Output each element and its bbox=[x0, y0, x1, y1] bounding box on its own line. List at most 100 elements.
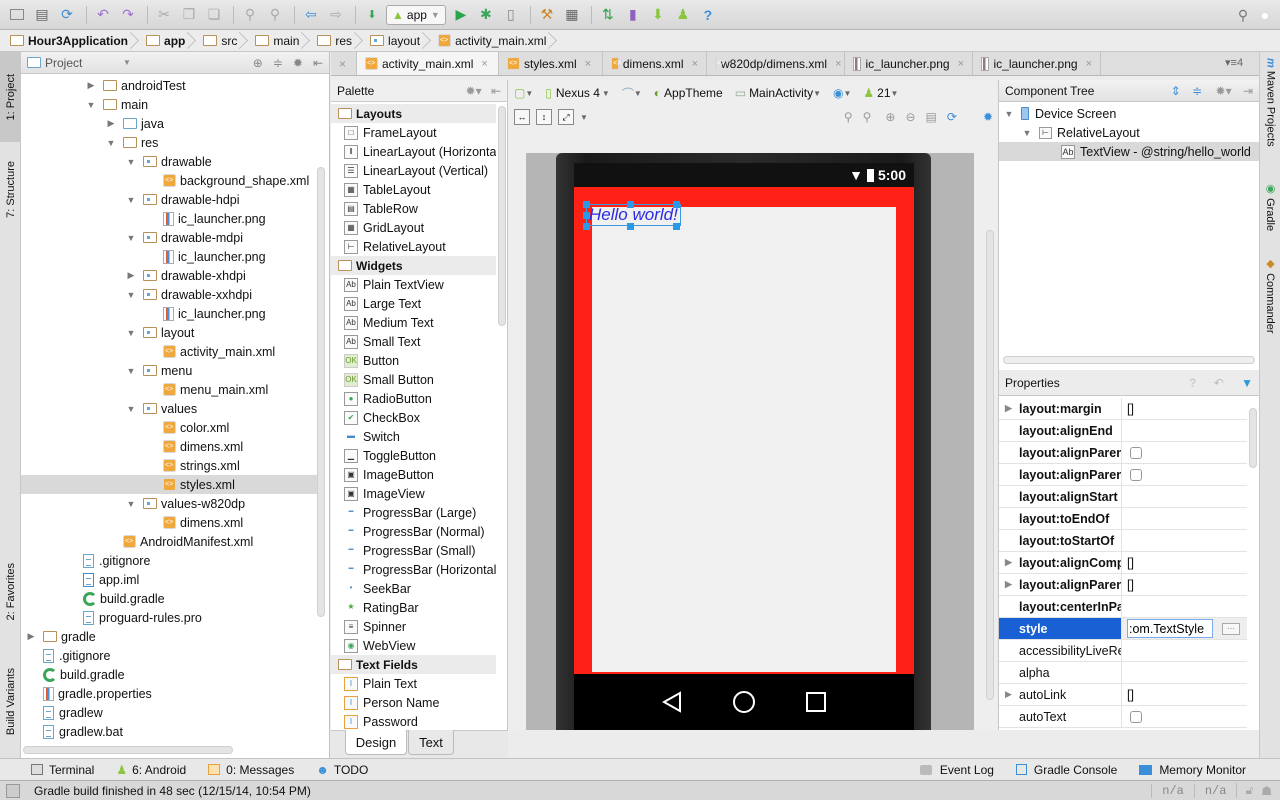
palette-item[interactable]: ━ ProgressBar (Normal) bbox=[331, 522, 496, 541]
tree-item[interactable]: ▼ res bbox=[21, 133, 317, 152]
reset-icon[interactable]: ↶ bbox=[1214, 376, 1224, 390]
attach-debugger-icon[interactable]: ▯ bbox=[500, 4, 522, 26]
tree-item[interactable]: menu_main.xml bbox=[21, 380, 317, 399]
palette-item[interactable]: ★ RatingBar bbox=[331, 598, 496, 617]
resize-handle[interactable] bbox=[673, 201, 680, 208]
tree-item[interactable]: dimens.xml bbox=[21, 437, 317, 456]
avd-manager-icon[interactable]: ▮ bbox=[622, 4, 644, 26]
property-row[interactable]: layout:alignEnd bbox=[999, 420, 1247, 442]
collapse-all-icon[interactable]: ≑ bbox=[1192, 84, 1202, 98]
sdk-manager-icon[interactable]: ▦ bbox=[561, 4, 583, 26]
undo-icon[interactable]: ↶ bbox=[92, 4, 114, 26]
tree-item[interactable]: ▼ layout bbox=[21, 323, 317, 342]
expand-arrow-icon[interactable]: ▶ bbox=[25, 631, 37, 642]
tree-item[interactable]: ▶ java bbox=[21, 114, 317, 133]
property-row[interactable]: accessibilityLiveRegion bbox=[999, 640, 1247, 662]
palette-item[interactable]: OK Small Button bbox=[331, 370, 496, 389]
tabs-overflow-menu[interactable]: ▾≡4 bbox=[1225, 56, 1243, 69]
locate-icon[interactable]: ⊕ bbox=[253, 56, 263, 70]
property-row[interactable]: ▶ layout:alignParent[] bbox=[999, 574, 1247, 596]
palette-scrollbar[interactable] bbox=[498, 106, 506, 326]
property-row[interactable]: ▶ autoLink[] bbox=[999, 684, 1247, 706]
tree-item[interactable]: gradlew.bat bbox=[21, 722, 317, 741]
help-icon[interactable]: ? bbox=[697, 4, 719, 26]
palette-item[interactable]: I Person Name bbox=[331, 693, 496, 712]
sync-icon[interactable]: ⟳ bbox=[56, 4, 78, 26]
tree-item[interactable]: ▶ androidTest bbox=[21, 76, 317, 95]
run-config-select[interactable]: ▲ app ▼ bbox=[386, 4, 446, 25]
hide-panel-icon[interactable]: ⇤ bbox=[313, 56, 323, 70]
tree-item[interactable]: ic_launcher.png bbox=[21, 247, 317, 266]
property-row[interactable]: layout:toEndOf bbox=[999, 508, 1247, 530]
palette-item[interactable]: ⊢ RelativeLayout bbox=[331, 237, 496, 256]
tree-item[interactable]: proguard-rules.pro bbox=[21, 608, 317, 627]
tool-windows-toggle-icon[interactable] bbox=[6, 783, 20, 798]
run-icon[interactable]: ▶ bbox=[450, 4, 472, 26]
horizontal-scrollbar[interactable] bbox=[23, 746, 233, 754]
collapse-arrow-icon[interactable]: ▼ bbox=[125, 233, 137, 243]
palette-item[interactable]: ▬ Switch bbox=[331, 427, 496, 446]
status-message[interactable]: Gradle build finished in 48 sec (12/15/1… bbox=[34, 784, 311, 798]
vertical-scrollbar[interactable] bbox=[317, 167, 325, 617]
property-checkbox[interactable] bbox=[1130, 446, 1142, 459]
palette-item[interactable]: Ab Large Text bbox=[331, 294, 496, 313]
tool-tab-favorites[interactable]: 2: Favorites bbox=[0, 547, 21, 637]
tool-window-messages[interactable]: 0: Messages bbox=[208, 763, 294, 777]
back-icon[interactable]: ⇦ bbox=[300, 4, 322, 26]
tool-tab-structure[interactable]: 7: Structure bbox=[0, 144, 21, 234]
paste-icon[interactable]: ❏ bbox=[203, 4, 225, 26]
tree-item[interactable]: build.gradle bbox=[21, 665, 317, 684]
gear-icon[interactable]: ✹ bbox=[983, 110, 993, 124]
property-value[interactable] bbox=[1122, 508, 1247, 529]
palette-section[interactable]: Layouts bbox=[331, 104, 496, 123]
tree-item[interactable]: ▼ drawable-mdpi bbox=[21, 228, 317, 247]
redo-icon[interactable]: ↷ bbox=[117, 4, 139, 26]
editor-tab[interactable]: ic_launcher.png × bbox=[973, 52, 1101, 75]
property-value[interactable]: ··· bbox=[1122, 618, 1247, 639]
zoom-out-icon[interactable]: ⊖ bbox=[905, 110, 915, 124]
palette-item[interactable]: Ab Plain TextView bbox=[331, 275, 496, 294]
collapse-arrow-icon[interactable]: ▼ bbox=[125, 328, 137, 338]
tree-item[interactable]: .gitignore bbox=[21, 551, 317, 570]
tree-item-textview[interactable]: Ab TextView - @string/hello_world bbox=[999, 142, 1260, 161]
api-level-select[interactable]: ♟ 21 ▼ bbox=[863, 86, 898, 100]
device-config-select[interactable]: ▢ ▼ bbox=[514, 86, 533, 100]
tree-item[interactable]: build.gradle bbox=[21, 589, 317, 608]
browse-button[interactable]: ··· bbox=[1222, 622, 1240, 635]
tree-item[interactable]: activity_main.xml bbox=[21, 342, 317, 361]
property-row[interactable]: style ··· bbox=[999, 618, 1247, 640]
chevron-down-icon[interactable]: ▼ bbox=[123, 58, 131, 67]
property-row[interactable]: layout:alignStart bbox=[999, 486, 1247, 508]
tree-item[interactable]: ▼ drawable-hdpi bbox=[21, 190, 317, 209]
expand-arrow-icon[interactable]: ▼ bbox=[1021, 128, 1033, 138]
horizontal-scrollbar[interactable] bbox=[1003, 356, 1255, 364]
tree-item[interactable]: ▶ gradle bbox=[21, 627, 317, 646]
expand-all-icon[interactable]: ⇕ bbox=[1171, 84, 1181, 98]
zoom-to-fit-icon[interactable]: ⚲ bbox=[844, 110, 853, 124]
palette-item[interactable]: ▤ TableRow bbox=[331, 199, 496, 218]
tree-item[interactable]: ▼ values-w820dp bbox=[21, 494, 317, 513]
search-everywhere-icon[interactable]: ⚲ bbox=[1232, 4, 1254, 26]
debug-icon[interactable]: ✱ bbox=[475, 4, 497, 26]
editor-tab[interactable]: dimens.xml× bbox=[603, 52, 707, 75]
property-row[interactable]: ▶ layout:margin[] bbox=[999, 398, 1247, 420]
tab-design[interactable]: Design bbox=[345, 730, 407, 755]
tree-item-device-screen[interactable]: ▼ Device Screen bbox=[999, 104, 1260, 123]
property-checkbox[interactable] bbox=[1130, 710, 1142, 723]
filter-icon[interactable]: ▼ bbox=[1241, 376, 1253, 390]
property-row[interactable]: layout:toStartOf bbox=[999, 530, 1247, 552]
breadcrumb-item[interactable]: activity_main.xml bbox=[428, 30, 554, 52]
tree-item[interactable]: strings.xml bbox=[21, 456, 317, 475]
inspector-icon[interactable]: ☗ bbox=[1261, 784, 1280, 798]
style-value-input[interactable] bbox=[1127, 619, 1213, 638]
properties-scrollbar[interactable] bbox=[1249, 408, 1257, 468]
palette-item[interactable]: Ab Small Text bbox=[331, 332, 496, 351]
android-sdk-icon[interactable]: ♟ bbox=[672, 4, 694, 26]
breadcrumb-item[interactable]: Hour3Application bbox=[8, 30, 136, 52]
palette-item[interactable]: □ FrameLayout bbox=[331, 123, 496, 142]
expand-arrow-icon[interactable]: ▶ bbox=[125, 270, 137, 281]
breadcrumb-item[interactable]: res bbox=[307, 30, 360, 52]
close-tab-icon[interactable]: × bbox=[958, 58, 964, 70]
resize-handle[interactable] bbox=[583, 201, 590, 208]
refresh-icon[interactable]: ⟳ bbox=[947, 110, 957, 124]
